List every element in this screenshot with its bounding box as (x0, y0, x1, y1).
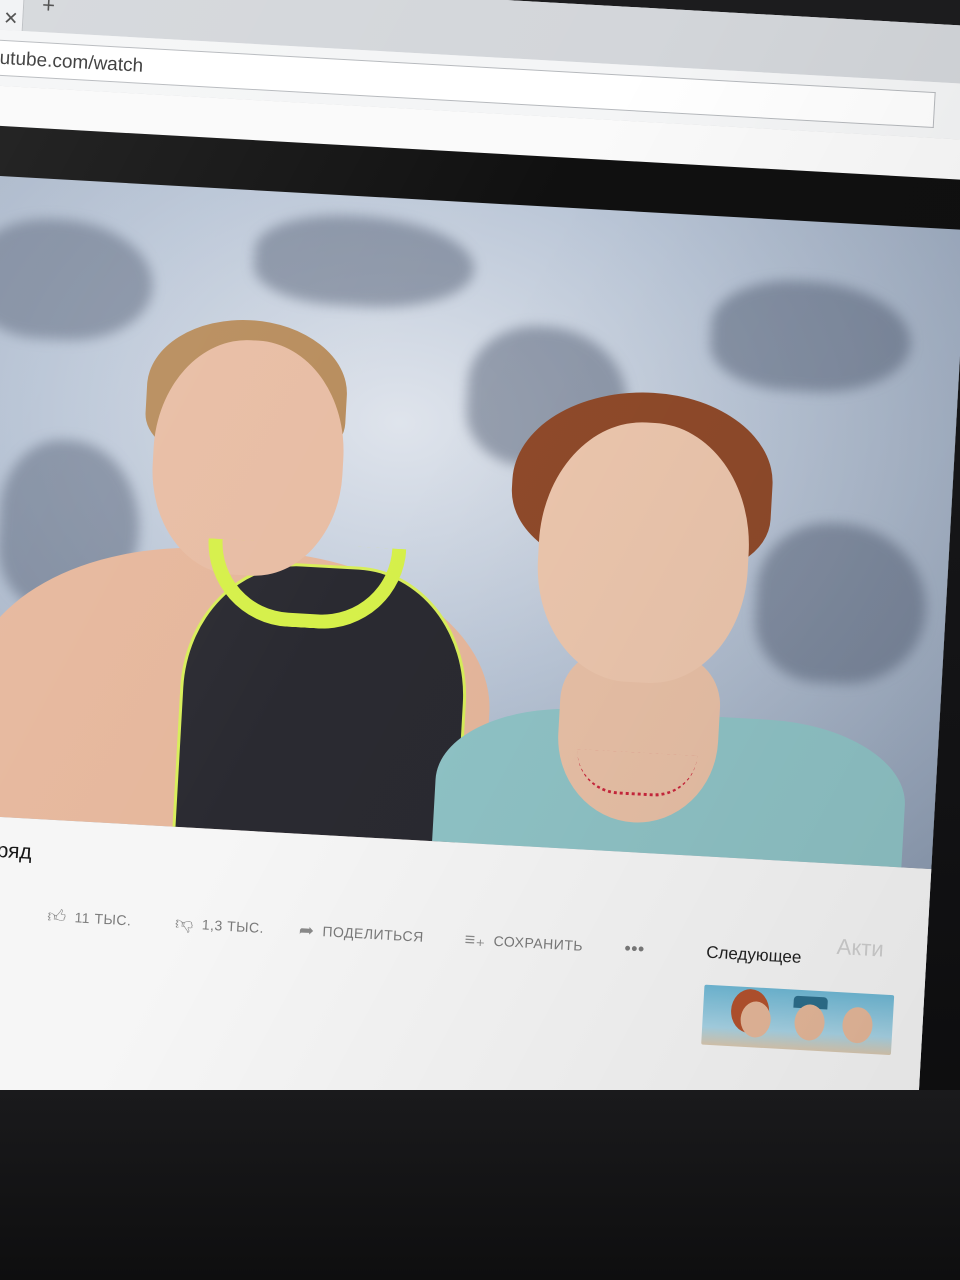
dislike-button[interactable]: 👎︎ 1,3 ТЫС. (174, 909, 265, 942)
up-next-heading: Следующее (705, 942, 802, 967)
thumbnail-face (739, 1000, 772, 1039)
action-bar: 👍︎ 11 ТЫС. 👎︎ 1,3 ТЫС. ➦ ПОДЕЛИТЬСЯ ≡₊ С… (46, 902, 667, 967)
share-button[interactable]: ➦ ПОДЕЛИТЬСЯ (298, 916, 424, 951)
thumbs-up-icon: 👍︎ (46, 905, 68, 927)
thumbnail-face (841, 1006, 874, 1044)
leaf-shadow (0, 214, 157, 345)
photo-of-monitor: ✕ + outube.com/watch подряд 👍︎ 11 ТЫС. 👎… (0, 0, 960, 1280)
leaf-shadow (252, 210, 477, 313)
browser-window: ✕ + outube.com/watch подряд 👍︎ 11 ТЫС. 👎… (0, 0, 960, 1149)
save-label: СОХРАНИТЬ (493, 932, 584, 954)
browser-tab[interactable]: ✕ (0, 0, 26, 32)
url-text: outube.com/watch (0, 47, 144, 77)
share-label: ПОДЕЛИТЬСЯ (322, 923, 425, 945)
video-title: рии подряд (0, 835, 33, 864)
thumbs-down-icon: 👎︎ (174, 912, 195, 934)
like-button[interactable]: 👍︎ 11 ТЫС. (47, 902, 133, 935)
share-arrow-icon: ➦ (298, 919, 316, 941)
activation-watermark: Акти (836, 933, 885, 962)
playlist-add-icon: ≡₊ (464, 928, 487, 950)
leaf-shadow (707, 276, 914, 398)
like-count: 11 ТЫС. (74, 909, 132, 929)
video-frame[interactable] (0, 173, 960, 870)
thumbnail-face (793, 1003, 826, 1042)
save-button[interactable]: ≡₊ СОХРАНИТЬ (464, 925, 584, 960)
close-tab-icon[interactable]: ✕ (3, 8, 19, 30)
video-player[interactable] (0, 123, 960, 870)
dislike-count: 1,3 ТЫС. (201, 916, 265, 936)
new-tab-button[interactable]: + (41, 0, 55, 19)
more-actions-button[interactable]: ••• (624, 934, 646, 963)
leaf-shadow (751, 518, 931, 689)
next-video-thumbnail[interactable] (701, 984, 895, 1056)
monitor-bezel (0, 1090, 960, 1280)
